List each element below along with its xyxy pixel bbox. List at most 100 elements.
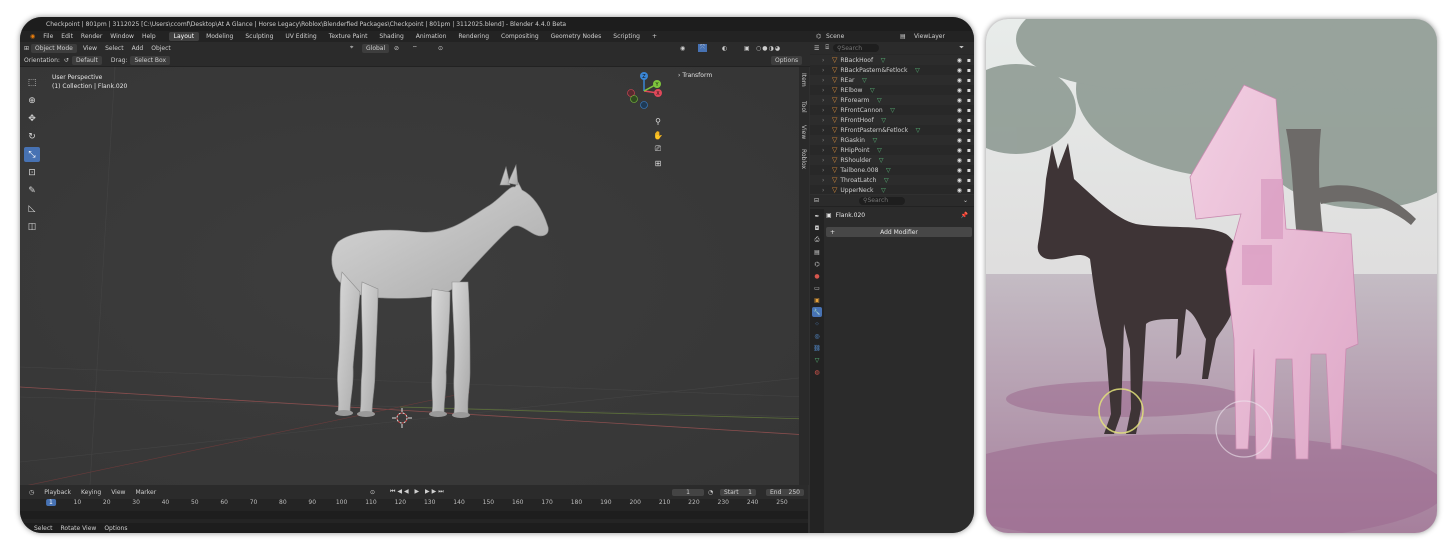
properties-search[interactable]: ⚲ Search: [859, 196, 906, 205]
eye-icon[interactable]: ◉: [957, 147, 962, 154]
expand-arrow-icon[interactable]: ›: [822, 117, 824, 124]
menu-timeline-view[interactable]: View: [106, 489, 130, 496]
camera-icon[interactable]: ▪: [967, 137, 971, 144]
tab-layout[interactable]: Layout: [168, 32, 200, 41]
ortho-grid-icon[interactable]: ⊞: [652, 157, 664, 169]
expand-arrow-icon[interactable]: ›: [822, 127, 824, 134]
add-modifier-button[interactable]: + Add Modifier: [826, 227, 972, 237]
collection-props-icon[interactable]: ▭: [812, 283, 822, 293]
data-props-icon[interactable]: ▽: [812, 355, 822, 365]
timeline-editor-type-icon[interactable]: ◷: [24, 489, 39, 496]
eye-icon[interactable]: ◉: [957, 117, 962, 124]
measure-tool-icon[interactable]: ◺: [24, 201, 40, 216]
render-props-icon[interactable]: ◘: [812, 223, 822, 233]
tab-modeling[interactable]: Modeling: [201, 32, 238, 41]
camera-icon[interactable]: ▪: [967, 167, 971, 174]
expand-arrow-icon[interactable]: ›: [822, 167, 824, 174]
overlays-icon[interactable]: ◐: [722, 45, 727, 52]
properties-editor-icon[interactable]: ⊟: [814, 197, 819, 204]
outliner-row[interactable]: › ▽ RBackHoof ◉ ▪ ▽: [810, 55, 974, 65]
menu-keying[interactable]: Keying: [76, 489, 106, 496]
expand-arrow-icon[interactable]: ›: [822, 137, 824, 144]
timeline-track[interactable]: [20, 511, 808, 519]
scale-tool-icon[interactable]: ⤡: [24, 147, 40, 162]
expand-arrow-icon[interactable]: ›: [822, 147, 824, 154]
camera-icon[interactable]: ▪: [967, 87, 971, 94]
tab-animation[interactable]: Animation: [411, 32, 452, 41]
expand-arrow-icon[interactable]: ›: [822, 157, 824, 164]
tab-scripting[interactable]: Scripting: [608, 32, 645, 41]
output-props-icon[interactable]: ⎙: [812, 235, 822, 245]
camera-icon[interactable]: ▪: [967, 187, 971, 194]
tab-rendering[interactable]: Rendering: [453, 32, 494, 41]
expand-arrow-icon[interactable]: ›: [822, 77, 824, 84]
menu-select[interactable]: Select: [101, 45, 128, 52]
menu-playback[interactable]: Playback: [39, 489, 76, 496]
tab-roblox[interactable]: Roblox: [800, 149, 807, 169]
expand-arrow-icon[interactable]: ›: [822, 57, 824, 64]
outliner-row[interactable]: › ▽ RGaskin ◉ ▪ ▽: [810, 135, 974, 145]
annotate-tool-icon[interactable]: ✎: [24, 183, 40, 198]
mode-dropdown[interactable]: Object Mode: [31, 43, 77, 53]
menu-view[interactable]: View: [79, 45, 101, 52]
eye-icon[interactable]: ◉: [957, 127, 962, 134]
outliner-row[interactable]: › ▽ RFrontHoof ◉ ▪ ▽: [810, 115, 974, 125]
expand-arrow-icon[interactable]: ›: [822, 187, 824, 194]
add-workspace-button[interactable]: +: [647, 32, 662, 41]
expand-arrow-icon[interactable]: ›: [822, 67, 824, 74]
outliner-row[interactable]: › ▽ RElbow ◉ ▪ ▽: [810, 85, 974, 95]
camera-icon[interactable]: ▪: [967, 67, 971, 74]
outliner-row[interactable]: › ▽ RFrontPastern&Fetlock ◉ ▪ ▽: [810, 125, 974, 135]
outliner-row[interactable]: › ▽ RBackPastern&Fetlock ◉ ▪ ▽: [810, 65, 974, 75]
gizmo-toggle-icon[interactable]: ⤧: [698, 44, 707, 52]
eye-icon[interactable]: ◉: [957, 167, 962, 174]
outliner-row[interactable]: › ▽ RForearm ◉ ▪ ▽: [810, 95, 974, 105]
current-frame-field[interactable]: 1: [672, 488, 704, 496]
camera-view-icon[interactable]: ⎚: [652, 143, 664, 155]
record-icon[interactable]: ⊙: [370, 489, 375, 496]
expand-arrow-icon[interactable]: ›: [822, 177, 824, 184]
eye-icon[interactable]: ◉: [957, 57, 962, 64]
editor-type-icon[interactable]: ⊞: [24, 45, 29, 52]
outliner-row[interactable]: › ▽ RFrontCannon ◉ ▪ ▽: [810, 105, 974, 115]
eye-icon[interactable]: ◉: [957, 137, 962, 144]
constraints-props-icon[interactable]: ⛓: [812, 343, 822, 353]
eye-icon[interactable]: ◉: [957, 157, 962, 164]
tab-texture-paint[interactable]: Texture Paint: [324, 32, 373, 41]
world-props-icon[interactable]: ●: [812, 271, 822, 281]
scene-props-icon[interactable]: ⌬: [812, 259, 822, 269]
menu-file[interactable]: File: [39, 33, 57, 40]
outliner-row[interactable]: › ▽ RShoulder ◉ ▪ ▽: [810, 155, 974, 165]
outliner-row[interactable]: › ▽ ThroatLatch ◉ ▪ ▽: [810, 175, 974, 185]
camera-icon[interactable]: ▪: [967, 97, 971, 104]
tool-props-icon[interactable]: ✒: [812, 211, 822, 221]
scene-selector[interactable]: Scene: [826, 33, 844, 40]
move-tool-icon[interactable]: ✥: [24, 111, 40, 126]
camera-icon[interactable]: ▪: [967, 57, 971, 64]
material-props-icon[interactable]: ◍: [812, 367, 822, 377]
transform-tool-icon[interactable]: ⊡: [24, 165, 40, 180]
eye-icon[interactable]: ◉: [957, 107, 962, 114]
outliner-row[interactable]: › ▽ Tailbone.008 ◉ ▪ ▽: [810, 165, 974, 175]
camera-icon[interactable]: ▪: [967, 177, 971, 184]
cursor-tool-icon[interactable]: ⊕: [24, 93, 40, 108]
frame-ruler[interactable]: 1 10 20 30 40 50 60 70 80 90 100 110 120 130 140 150 160…: [20, 499, 808, 509]
outliner-row[interactable]: › ▽ UpperNeck ◉ ▪ ▽: [810, 185, 974, 194]
proportional-edit-icon[interactable]: ⊙: [438, 45, 443, 52]
menu-render[interactable]: Render: [77, 33, 106, 40]
transform-panel[interactable]: › Transform: [678, 72, 712, 79]
camera-icon[interactable]: ▪: [967, 77, 971, 84]
menu-help[interactable]: Help: [138, 33, 160, 40]
tab-compositing[interactable]: Compositing: [496, 32, 544, 41]
camera-icon[interactable]: ▪: [967, 147, 971, 154]
blender-logo-icon[interactable]: ◉: [26, 33, 39, 40]
tweak-tool-icon[interactable]: ⬚: [24, 75, 40, 90]
pan-hand-icon[interactable]: ✋: [652, 129, 664, 141]
outliner-search[interactable]: ⚲ Search: [833, 44, 879, 52]
collapse-icon[interactable]: ⌄: [963, 197, 968, 204]
view-layer-selector[interactable]: ViewLayer: [914, 33, 945, 40]
camera-icon[interactable]: ▪: [967, 157, 971, 164]
camera-icon[interactable]: ▪: [967, 107, 971, 114]
navigation-gizmo[interactable]: Z X Y: [624, 71, 664, 111]
pin-icon[interactable]: 📌: [961, 212, 968, 219]
